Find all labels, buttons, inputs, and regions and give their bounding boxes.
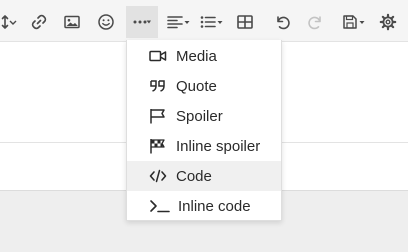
smiley-icon [98,14,114,30]
code-icon [149,166,169,186]
terminal-icon [149,196,171,216]
menu-item-label: Media [176,47,217,65]
insert-more-button[interactable] [126,6,158,38]
menu-item-label: Inline spoiler [176,137,261,155]
list-button[interactable] [197,6,227,38]
editor-toolbar [0,0,408,42]
insert-smilie-button[interactable] [93,6,119,38]
insert-link-button[interactable] [26,6,52,38]
undo-icon [277,16,290,30]
align-icon [167,16,190,29]
menu-item-quote[interactable]: Quote [127,71,281,101]
save-draft-icon [343,15,365,29]
menu-item-label: Inline code [178,197,251,215]
menu-item-inline-code[interactable]: Inline code [127,191,281,221]
menu-item-media[interactable]: Media [127,41,281,71]
align-button[interactable] [164,6,194,38]
menu-item-label: Spoiler [176,107,223,125]
insert-more-dropdown: Media Quote Spoiler Inline spoiler Code … [126,40,282,221]
table-icon [237,15,253,29]
menu-item-spoiler[interactable]: Spoiler [127,101,281,131]
flag-icon [149,106,169,126]
text-height-icon [1,15,17,29]
image-icon [64,15,80,29]
more-insert-icon [133,20,151,24]
undo-button[interactable] [269,6,295,38]
menu-item-label: Quote [176,77,217,95]
checkered-flag-icon [149,136,169,156]
redo-button[interactable] [303,6,329,38]
menu-item-label: Code [176,167,212,185]
list-icon [200,16,223,28]
menu-item-inline-spoiler[interactable]: Inline spoiler [127,131,281,161]
gear-icon [379,13,397,31]
link-icon [31,14,47,30]
insert-image-button[interactable] [59,6,85,38]
insert-table-button[interactable] [232,6,258,38]
redo-icon [308,16,321,30]
quote-icon [149,76,169,96]
settings-button[interactable] [376,6,400,38]
save-draft-button[interactable] [338,6,370,38]
text-height-button[interactable] [0,6,18,38]
menu-item-code[interactable]: Code [127,161,281,191]
video-icon [149,46,169,66]
